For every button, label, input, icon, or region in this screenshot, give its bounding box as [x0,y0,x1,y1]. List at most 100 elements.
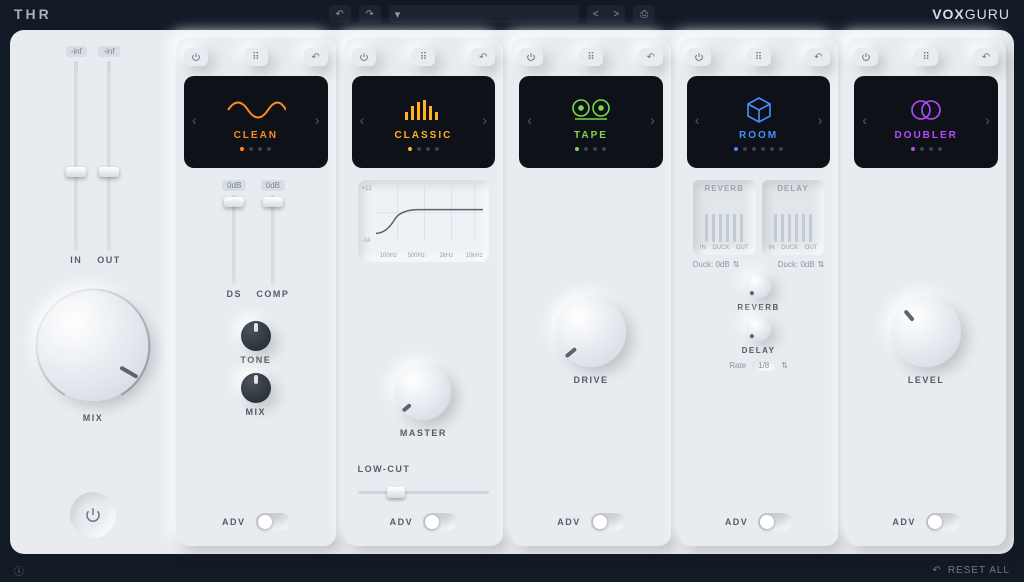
eq-x-0: 100Hz [380,253,397,259]
doubler-power-button[interactable] [854,48,878,66]
clean-mix-knob[interactable] [241,373,271,403]
tape-title: TAPE [574,130,608,141]
lowcut-slider[interactable] [358,482,490,502]
tape-drag-handle[interactable]: ⠿ [579,48,603,66]
doubler-adv-toggle[interactable] [926,513,960,531]
drive-label: DRIVE [573,375,608,385]
comp-slider[interactable]: 0dB COMP [256,180,289,299]
rate-value: 1/8 [752,360,775,371]
reset-all-button[interactable]: ↶ RESET ALL [932,565,1010,576]
module-classic: ⠿ ↶ ‹ › CLASSIC +12 -14 100Hz 500Hz 2kH [344,38,504,546]
tape-display[interactable]: ‹ › TAPE [519,76,663,168]
doubler-display[interactable]: ‹ › DOUBLER [854,76,998,168]
clean-wave-icon [226,94,286,126]
reverb-duck-stepper[interactable]: Duck: 0dB⇅ [693,260,740,269]
rate-stepper[interactable]: Rate 1/8 ⇅ [729,360,788,371]
room-title: ROOM [739,130,778,141]
mix-knob[interactable] [26,279,160,413]
tape-reset-button[interactable]: ↶ [639,48,663,66]
room-reset-button[interactable]: ↶ [806,48,830,66]
reverb-knob-label: REVERB [737,303,779,312]
classic-next-icon[interactable]: › [483,112,488,128]
info-button[interactable]: ⓘ [14,563,24,578]
room-prev-icon[interactable]: ‹ [695,112,700,128]
classic-reset-button[interactable]: ↶ [471,48,495,66]
eq-x-1: 500Hz [408,253,425,259]
reset-icon: ↶ [932,565,941,576]
power-button[interactable] [70,492,116,538]
doubler-prev-icon[interactable]: ‹ [862,112,867,128]
power-icon [84,506,102,524]
main-panel: -inf IN -inf OUT MIX ⠿ ↶ ‹ › [10,30,1014,554]
doubler-title: DOUBLER [894,130,957,141]
product-brand: VOXGURU [932,6,1010,22]
drive-knob[interactable] [556,297,626,367]
save-preset-button[interactable]: ⎙ [633,5,655,23]
tape-adv-label: ADV [557,517,581,527]
classic-drag-handle[interactable]: ⠿ [411,48,435,66]
clean-mix-label: MIX [246,407,267,417]
clean-prev-icon[interactable]: ‹ [192,112,197,128]
classic-display[interactable]: ‹ › CLASSIC [352,76,496,168]
level-label: LEVEL [908,375,945,385]
ds-slider[interactable]: 0dB DS [222,180,246,299]
reverb-knob[interactable] [747,274,771,298]
eq-y-bot: -14 [362,238,371,244]
top-bar: THR ↶ ↷ ▾ < > ⎙ VOXGURU [0,0,1024,28]
comp-badge: 0dB [261,180,285,191]
input-slider[interactable]: -inf IN [65,46,87,265]
room-cube-icon [745,94,773,126]
tone-knob[interactable] [241,321,271,351]
tape-next-icon[interactable]: › [650,112,655,128]
eq-x-2: 2kHz [440,253,454,259]
classic-adv-label: ADV [390,517,414,527]
room-next-icon[interactable]: › [818,112,823,128]
master-knob[interactable] [395,364,451,420]
tape-adv-toggle[interactable] [591,513,625,531]
ds-badge: 0dB [222,180,246,191]
ds-label: DS [227,289,243,299]
tape-prev-icon[interactable]: ‹ [527,112,532,128]
room-adv-toggle[interactable] [758,513,792,531]
tape-power-button[interactable] [519,48,543,66]
module-tape: ⠿ ↶ ‹ › TAPE DRIVE ADV [511,38,671,546]
doubler-drag-handle[interactable]: ⠿ [914,48,938,66]
room-adv-label: ADV [725,517,749,527]
delay-meter-box: DELAY INDUCKOUT [762,180,825,255]
room-display[interactable]: ‹ › ROOM [687,76,831,168]
preset-dropdown[interactable]: ▾ [389,5,579,23]
module-clean: ⠿ ↶ ‹ › CLEAN 0dB DS 0dB COMP [176,38,336,546]
module-room: ⠿ ↶ ‹ › ROOM REVERB INDUCKOUT DELAY [679,38,839,546]
classic-prev-icon[interactable]: ‹ [360,112,365,128]
bottom-bar: ⓘ ↶ RESET ALL [0,558,1024,582]
clean-adv-label: ADV [222,517,246,527]
tape-reels-icon [569,94,613,126]
eq-graph[interactable]: +12 -14 100Hz 500Hz 2kHz 10kHz [358,180,490,262]
module-doubler: ⠿ ↶ ‹ › DOUBLER LEVEL ADV [846,38,1006,546]
room-drag-handle[interactable]: ⠿ [747,48,771,66]
delay-knob[interactable] [747,317,771,341]
room-power-button[interactable] [687,48,711,66]
eq-x-3: 10kHz [466,253,483,259]
undo-button[interactable]: ↶ [329,5,351,23]
doubler-reset-button[interactable]: ↶ [974,48,998,66]
eq-y-top: +12 [362,186,372,192]
comp-label: COMP [256,289,289,299]
classic-power-button[interactable] [352,48,376,66]
clean-display[interactable]: ‹ › CLEAN [184,76,328,168]
reset-all-label: RESET ALL [948,565,1010,576]
clean-next-icon[interactable]: › [315,112,320,128]
input-value-badge: -inf [66,46,87,57]
classic-adv-toggle[interactable] [423,513,457,531]
clean-adv-toggle[interactable] [256,513,290,531]
clean-power-button[interactable] [184,48,208,66]
output-slider[interactable]: -inf OUT [97,46,121,265]
preset-nav[interactable]: < > [587,5,625,23]
level-knob[interactable] [891,297,961,367]
delay-duck-stepper[interactable]: Duck: 0dB⇅ [778,260,825,269]
reverb-meter-box: REVERB INDUCKOUT [693,180,756,255]
doubler-next-icon[interactable]: › [985,112,990,128]
redo-button[interactable]: ↷ [359,5,381,23]
clean-reset-button[interactable]: ↶ [304,48,328,66]
clean-drag-handle[interactable]: ⠿ [244,48,268,66]
